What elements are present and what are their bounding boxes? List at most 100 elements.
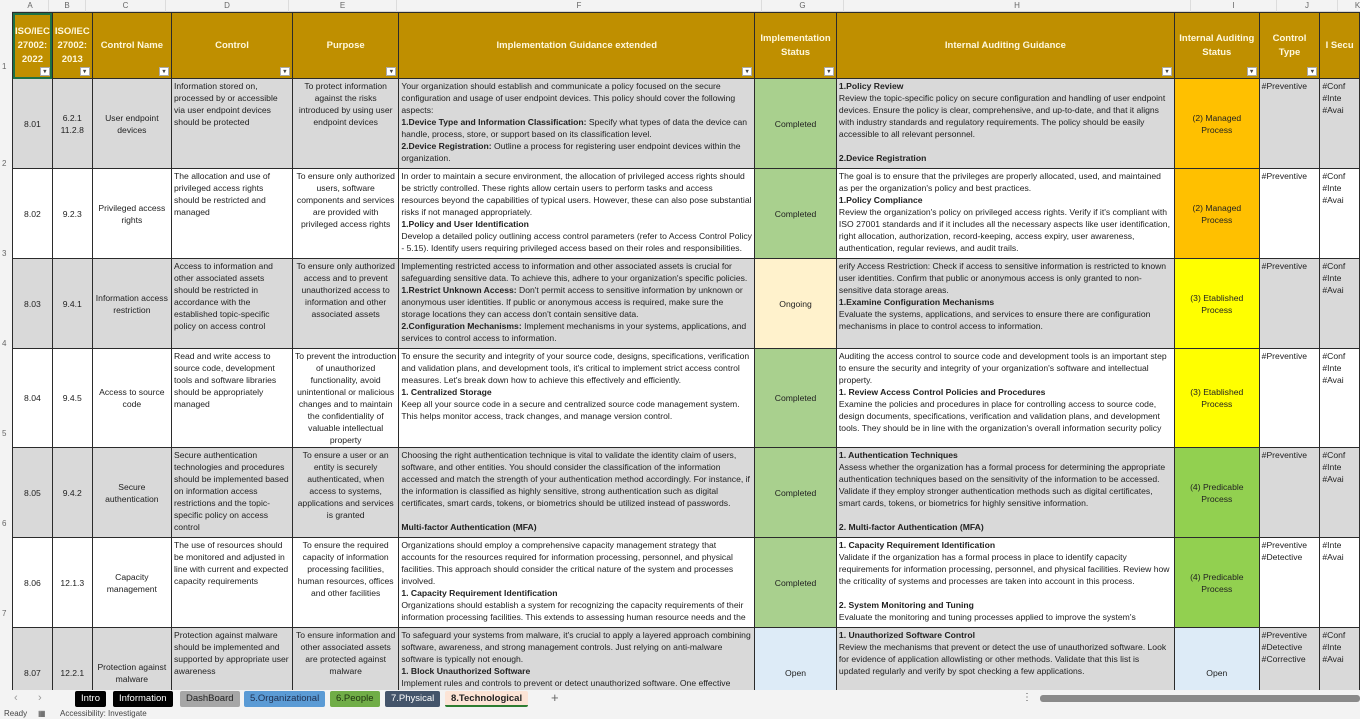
horizontal-scrollbar[interactable] [1040, 695, 1360, 702]
cell-security-properties[interactable]: #Conf #Inte #Avai [1319, 447, 1360, 538]
filter-dropdown-icon[interactable]: ▾ [1246, 67, 1257, 76]
column-letter[interactable]: J [1277, 0, 1338, 12]
cell-security-properties[interactable]: #Conf #Inte #Avai [1319, 258, 1360, 349]
cell-iso2013[interactable]: 9.4.1 [51, 258, 93, 349]
cell-iso2013[interactable]: 9.2.3 [51, 168, 93, 259]
page-view-icon[interactable]: ▦ [38, 709, 46, 718]
cell-purpose[interactable]: To ensure only authorized access and to … [291, 258, 400, 349]
column-letter[interactable]: C [86, 0, 166, 12]
filter-dropdown-icon[interactable]: ▾ [1161, 67, 1172, 76]
cell-implementation-guidance[interactable]: Your organization should establish and c… [398, 78, 756, 169]
cell-auditing-status[interactable]: (4) Predicable Process [1173, 447, 1260, 538]
sheet-tab-5-organizational[interactable]: 5.Organizational [244, 691, 326, 707]
cell-auditing-status[interactable]: (4) Predicable Process [1173, 537, 1260, 628]
cell-implementation-status[interactable]: Completed [754, 78, 837, 169]
cell-iso2022[interactable]: 8.07 [12, 627, 53, 690]
cell-security-properties[interactable]: #Conf #Inte #Avai [1319, 168, 1360, 259]
sheet-tab-7-physical[interactable]: 7.Physical [385, 691, 441, 707]
cell-implementation-status[interactable]: Completed [754, 348, 837, 448]
cell-implementation-guidance[interactable]: Implementing restricted access to inform… [398, 258, 756, 349]
cell-control-name[interactable]: Secure authentication [91, 447, 173, 538]
cell-security-properties[interactable]: #Conf #Inte #Avai [1319, 348, 1360, 448]
filter-dropdown-icon[interactable]: ▾ [159, 67, 169, 76]
cell-control-type[interactable]: #Preventive [1258, 348, 1321, 448]
filter-dropdown-icon[interactable]: ▾ [742, 67, 753, 76]
sheet-tab-8-technological[interactable]: 8.Technological [445, 691, 529, 707]
cell-control-type[interactable]: #Preventive [1258, 447, 1321, 538]
column-letter[interactable]: G [762, 0, 844, 12]
cell-iso2013[interactable]: 12.1.3 [51, 537, 93, 628]
column-letter[interactable]: H [844, 0, 1191, 12]
cell-purpose[interactable]: To ensure a user or an entity is securel… [291, 447, 400, 538]
cell-purpose[interactable]: To protect information against the risks… [291, 78, 400, 169]
cell-iso2013[interactable]: 12.2.1 [51, 627, 93, 690]
row-number[interactable]: 5 [0, 429, 12, 438]
column-letter[interactable]: B [49, 0, 86, 12]
cell-auditing-status[interactable]: (2) Managed Process [1173, 78, 1260, 169]
sheet-tab-dashboard[interactable]: DashBoard [180, 691, 240, 707]
cell-auditing-status[interactable]: (2) Managed Process [1173, 168, 1260, 259]
sheet-tab-information[interactable]: Information [113, 691, 173, 707]
cell-control-type[interactable]: #Preventive #Detective #Corrective [1258, 627, 1321, 690]
cell-auditing-guidance[interactable]: 1.Policy Review Review the topic-specific… [835, 78, 1175, 169]
cell-security-properties[interactable]: #Conf #Inte #Avai [1319, 78, 1360, 169]
accessibility-status[interactable]: Accessibility: Investigate [60, 709, 147, 718]
cell-control[interactable]: Secure authentication technologies and p… [171, 447, 293, 538]
cell-auditing-status[interactable]: (3) Etablished Process [1173, 258, 1260, 349]
cell-control[interactable]: The use of resources should be monitored… [171, 537, 293, 628]
cell-implementation-status[interactable]: Completed [754, 168, 837, 259]
cell-control-name[interactable]: Privileged access rights [91, 168, 173, 259]
filter-dropdown-icon[interactable]: ▾ [823, 67, 834, 76]
cell-implementation-status[interactable]: Ongoing [754, 258, 837, 349]
cell-auditing-status[interactable]: (3) Etablished Process [1173, 348, 1260, 448]
cell-security-properties[interactable]: #Conf #Inte #Avai [1319, 627, 1360, 690]
column-letter[interactable]: I [1191, 0, 1277, 12]
cell-auditing-status[interactable]: Open [1173, 627, 1260, 690]
cell-iso2022[interactable]: 8.03 [12, 258, 53, 349]
cell-iso2022[interactable]: 8.04 [12, 348, 53, 448]
column-letter[interactable]: K [1338, 0, 1360, 12]
cell-control[interactable]: Information stored on, processed by or a… [171, 78, 293, 169]
cell-auditing-guidance[interactable]: 1. Capacity Requirement Identification Va… [835, 537, 1175, 628]
cell-implementation-guidance[interactable]: To safeguard your systems from malware, … [398, 627, 756, 690]
cell-implementation-status[interactable]: Open [754, 627, 837, 690]
cell-iso2022[interactable]: 8.06 [12, 537, 53, 628]
next-sheet-icon[interactable]: › [38, 692, 42, 704]
column-letter[interactable]: E [289, 0, 397, 12]
filter-dropdown-icon[interactable]: ▾ [279, 67, 290, 76]
cell-control-type[interactable]: #Preventive [1258, 258, 1321, 349]
cell-security-properties[interactable]: #Inte #Avai [1319, 537, 1360, 628]
row-number[interactable]: 4 [0, 339, 12, 348]
cell-implementation-guidance[interactable]: Organizations should employ a comprehens… [398, 537, 756, 628]
cell-purpose[interactable]: To ensure information and other associat… [291, 627, 400, 690]
cell-control-type[interactable]: #Preventive [1258, 168, 1321, 259]
cell-iso2022[interactable]: 8.01 [12, 78, 53, 169]
cell-iso2013[interactable]: 6.2.1 11.2.8 [51, 78, 93, 169]
cell-control-type[interactable]: #Preventive #Detective [1258, 537, 1321, 628]
cell-control-type[interactable]: #Preventive [1258, 78, 1321, 169]
cell-purpose[interactable]: To ensure only authorized users, softwar… [291, 168, 400, 259]
filter-dropdown-icon[interactable]: ▾ [386, 67, 397, 76]
filter-dropdown-icon[interactable]: ▾ [1307, 67, 1318, 76]
filter-dropdown-icon[interactable]: ▾ [39, 67, 50, 76]
cell-auditing-guidance[interactable]: 1. Unauthorized Software Control Review t… [835, 627, 1175, 690]
cell-iso2022[interactable]: 8.05 [12, 447, 53, 538]
cell-implementation-guidance[interactable]: Choosing the right authentication techni… [398, 447, 756, 538]
cell-control-name[interactable]: Capacity management [91, 537, 173, 628]
cell-implementation-status[interactable]: Completed [754, 537, 837, 628]
sheet-tab-intro[interactable]: Intro [75, 691, 107, 707]
row-number[interactable]: 1 [0, 62, 12, 71]
column-letter[interactable]: A [12, 0, 49, 12]
cell-control-name[interactable]: Access to source code [91, 348, 173, 448]
column-letter[interactable]: D [166, 0, 289, 12]
cell-auditing-guidance[interactable]: Auditing the access control to source co… [835, 348, 1175, 448]
column-letter[interactable]: F [397, 0, 762, 12]
cell-control[interactable]: The allocation and use of privileged acc… [171, 168, 293, 259]
row-number[interactable]: 3 [0, 249, 12, 258]
prev-sheet-icon[interactable]: ‹ [14, 692, 18, 704]
cell-auditing-guidance[interactable]: erify Access Restriction: Check if acces… [835, 258, 1175, 349]
row-number[interactable]: 2 [0, 159, 12, 168]
row-number[interactable]: 6 [0, 519, 12, 528]
cell-iso2013[interactable]: 9.4.5 [51, 348, 93, 448]
cell-implementation-guidance[interactable]: To ensure the security and integrity of … [398, 348, 756, 448]
